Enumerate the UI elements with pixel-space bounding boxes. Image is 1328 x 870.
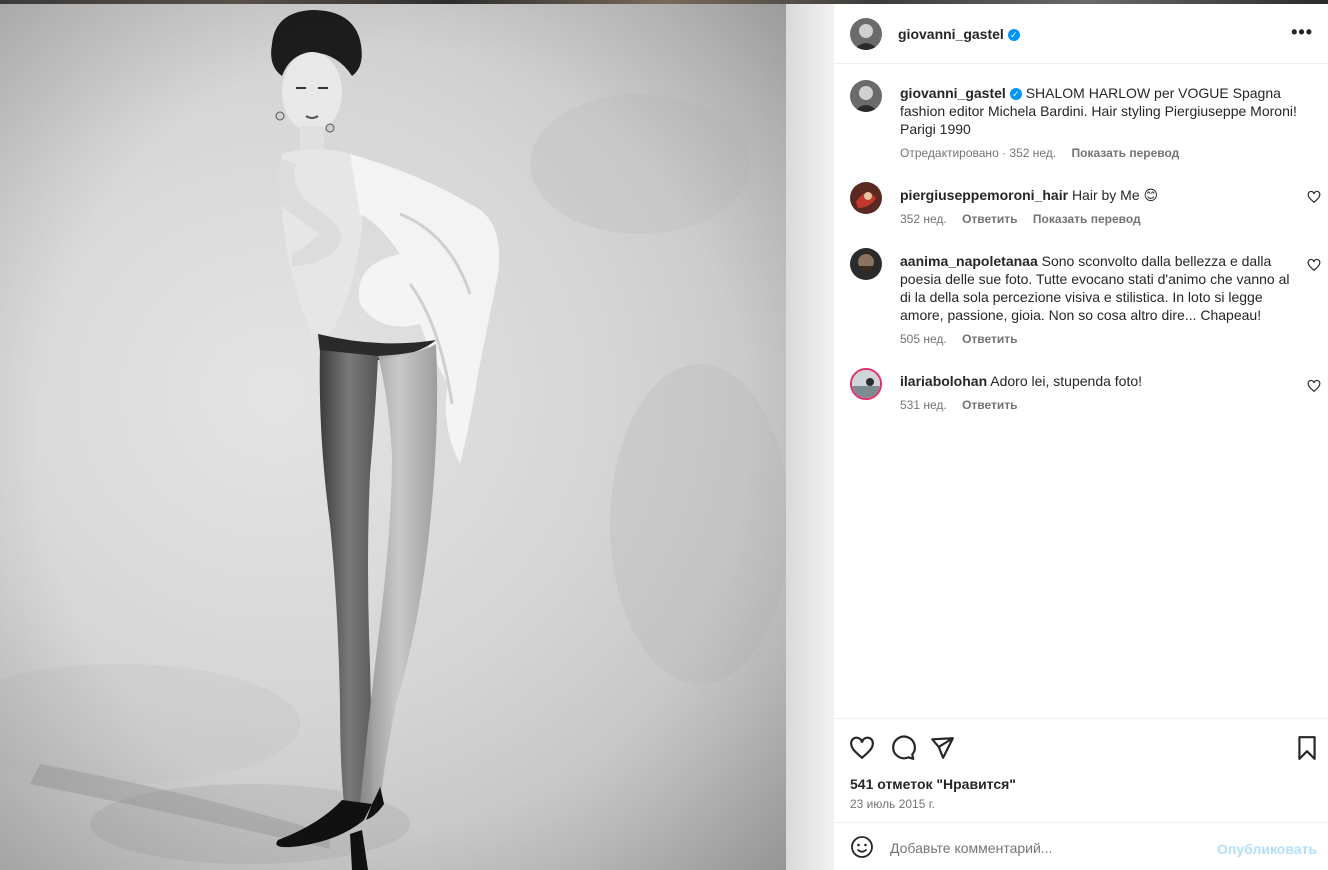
comment-item: ilariabolohan Adoro lei, stupenda foto! … xyxy=(850,368,1321,412)
likes-count[interactable]: 541 отметок "Нравится" xyxy=(850,776,1016,792)
commenter-username[interactable]: ilariabolohan xyxy=(900,373,987,389)
comment-text: piergiuseppemoroni_hair Hair by Me 😊 xyxy=(900,186,1300,204)
commenter-username[interactable]: aanima_napoletanaa xyxy=(900,253,1038,269)
caption-edited-time: Отредактировано · 352 нед. xyxy=(900,146,1057,160)
comment-input[interactable] xyxy=(890,840,1190,856)
caption-text: giovanni_gastel ✓ SHALOM HARLOW per VOGUE… xyxy=(900,84,1300,138)
comment-item: piergiuseppemoroni_hair Hair by Me 😊 352… xyxy=(850,182,1321,226)
author-avatar[interactable] xyxy=(850,80,882,112)
commenter-avatar-story-ring[interactable] xyxy=(850,368,882,400)
post-actions: 541 отметок "Нравится" 23 июль 2015 г. xyxy=(834,718,1328,828)
comment-body: Adoro lei, stupenda foto! xyxy=(990,373,1143,389)
reply-button[interactable]: Ответить xyxy=(962,332,1017,346)
caption-username[interactable]: giovanni_gastel xyxy=(900,85,1006,101)
commenter-username[interactable]: piergiuseppemoroni_hair xyxy=(900,187,1068,203)
emoji-icon[interactable] xyxy=(850,835,874,859)
comment-icon[interactable] xyxy=(890,735,916,761)
heart-icon[interactable] xyxy=(1307,258,1321,272)
caption-meta: Отредактировано · 352 нед. Показать пере… xyxy=(900,146,1191,160)
comments-list[interactable]: giovanni_gastel ✓ SHALOM HARLOW per VOGUE… xyxy=(834,64,1328,718)
author-username-text[interactable]: giovanni_gastel xyxy=(898,26,1004,42)
share-icon[interactable] xyxy=(929,735,955,761)
comment-age: 505 нед. xyxy=(900,332,947,346)
bookmark-icon[interactable] xyxy=(1294,735,1320,761)
verified-badge-icon: ✓ xyxy=(1007,29,1020,41)
comment-meta: 505 нед. Ответить xyxy=(900,332,1030,346)
reply-button[interactable]: Ответить xyxy=(962,212,1017,226)
post-date: 23 июль 2015 г. xyxy=(850,797,935,811)
publish-button[interactable]: Опубликовать xyxy=(1217,841,1317,857)
post-photo[interactable] xyxy=(0,4,786,870)
heart-icon[interactable] xyxy=(849,735,875,761)
comment-text: aanima_napoletanaa Sono sconvolto dalla … xyxy=(900,252,1300,324)
comment-text: ilariabolohan Adoro lei, stupenda foto! xyxy=(900,372,1300,390)
verified-badge-icon: ✓ xyxy=(1009,88,1022,100)
comment-age: 352 нед. xyxy=(900,212,947,226)
post-side-panel: giovanni_gastel ✓ ••• giovanni_gastel ✓ SH… xyxy=(833,4,1328,870)
show-translation-link[interactable]: Показать перевод xyxy=(1071,146,1179,160)
add-comment-bar: Опубликовать xyxy=(834,822,1328,870)
heart-icon[interactable] xyxy=(1307,190,1321,204)
more-options-icon[interactable]: ••• xyxy=(1291,22,1313,43)
show-translation-link[interactable]: Показать перевод xyxy=(1033,212,1141,226)
comment-age: 531 нед. xyxy=(900,398,947,412)
post-caption: giovanni_gastel ✓ SHALOM HARLOW per VOGUE… xyxy=(850,80,1320,170)
post-header: giovanni_gastel ✓ ••• xyxy=(834,4,1328,64)
fashion-photo-illustration xyxy=(0,4,786,870)
comment-body: Hair by Me 😊 xyxy=(1071,187,1159,203)
commenter-avatar[interactable] xyxy=(850,182,882,214)
photo-gutter xyxy=(786,4,833,870)
comment-item: aanima_napoletanaa Sono sconvolto dalla … xyxy=(850,248,1321,348)
commenter-avatar[interactable] xyxy=(850,248,882,280)
heart-icon[interactable] xyxy=(1307,379,1321,393)
author-username[interactable]: giovanni_gastel ✓ xyxy=(898,26,1020,42)
author-avatar[interactable] xyxy=(850,18,882,50)
comment-meta: 531 нед. Ответить xyxy=(900,398,1030,412)
comment-meta: 352 нед. Ответить Показать перевод xyxy=(900,212,1153,226)
reply-button[interactable]: Ответить xyxy=(962,398,1017,412)
